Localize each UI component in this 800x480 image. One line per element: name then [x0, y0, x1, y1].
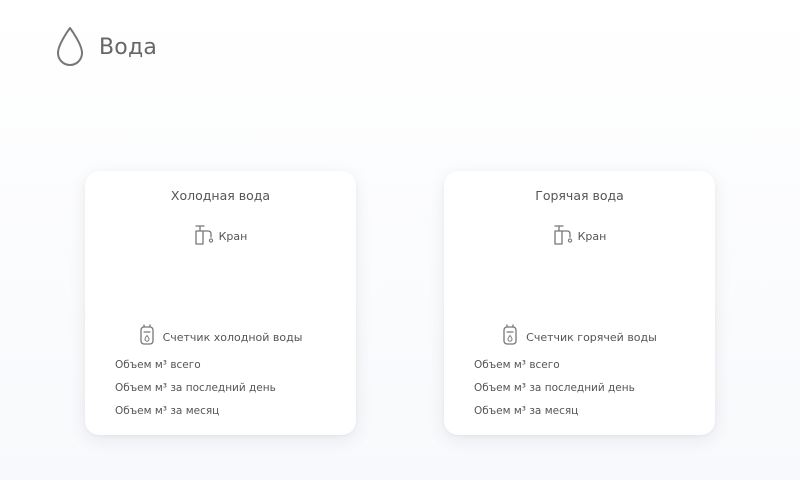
hot-water-card: Горячая вода Кран Счетчик горячей воды О…: [444, 171, 715, 435]
tap-label: Кран: [577, 229, 607, 243]
water-meter[interactable]: Счетчик горячей воды: [444, 324, 715, 350]
card-title: Холодная вода: [170, 188, 271, 203]
water-meter[interactable]: Счетчик холодной воды: [85, 324, 356, 350]
cold-water-card: Холодная вода Кран Счетчик холодной воды…: [85, 171, 356, 435]
faucet-icon: [553, 223, 573, 249]
metric-last-day-volume: Объем м³ за последний день: [115, 382, 276, 394]
page-title: Вода: [99, 34, 158, 60]
header: Вода: [55, 26, 157, 68]
tap-label: Кран: [218, 229, 248, 243]
card-title: Горячая вода: [535, 188, 624, 203]
meter-label: Счетчик холодной воды: [162, 330, 303, 344]
tap-device[interactable]: Кран: [85, 223, 356, 249]
water-meter-icon: [502, 324, 518, 350]
water-meter-icon: [139, 324, 155, 350]
faucet-icon: [194, 223, 214, 249]
water-drop-icon: [55, 26, 85, 68]
metrics-list: Объем м³ всего Объем м³ за последний ден…: [115, 358, 276, 427]
metric-total-volume: Объем м³ всего: [115, 359, 201, 371]
tap-device[interactable]: Кран: [444, 223, 715, 249]
metric-last-day-volume: Объем м³ за последний день: [474, 382, 635, 394]
metric-total-volume: Объем м³ всего: [474, 359, 560, 371]
metric-month-volume: Объем м³ за месяц: [115, 405, 220, 417]
meter-label: Счетчик горячей воды: [526, 330, 657, 344]
metrics-list: Объем м³ всего Объем м³ за последний ден…: [474, 358, 635, 427]
metric-month-volume: Объем м³ за месяц: [474, 405, 579, 417]
